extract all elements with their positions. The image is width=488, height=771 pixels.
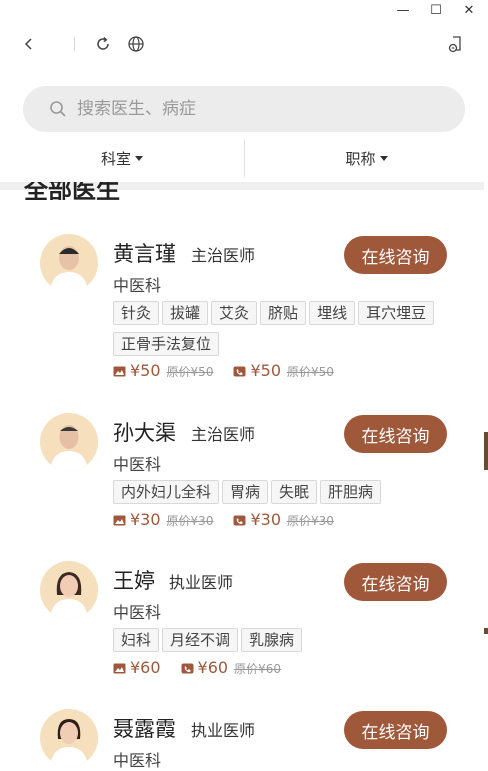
edge-mark: [484, 432, 488, 470]
price-current: ¥30: [250, 510, 281, 529]
search-input[interactable]: [75, 98, 419, 120]
tag: 内外妇儿全科: [113, 480, 220, 504]
price-current: ¥60: [197, 658, 229, 677]
caret-down-icon: [379, 155, 388, 161]
price-current: ¥50: [130, 361, 161, 380]
tag-list: 针灸 拔罐 艾灸 脐贴 埋线 耳穴埋豆正骨手法复位: [113, 301, 443, 363]
tag: 妇科: [113, 628, 160, 652]
back-icon[interactable]: [17, 32, 41, 56]
tag: 月经不调: [162, 628, 239, 652]
image-consult-icon: [113, 511, 126, 526]
doctor-name: 聂露霞: [113, 717, 176, 741]
doctor-name: 黄言瑾: [113, 242, 176, 266]
tag: 脐贴: [260, 301, 307, 325]
image-consult-icon: [113, 362, 126, 377]
price-original: 原价¥30: [287, 514, 334, 528]
price-current: ¥30: [130, 510, 161, 529]
doctor-title: 主治医师: [191, 246, 256, 265]
window-titlebar: — ☐ ✕: [0, 0, 488, 22]
edge-mark: [484, 628, 488, 634]
consult-button[interactable]: 在线咨询: [344, 236, 447, 274]
price-row: ¥30 原价¥30 ¥30 原价¥30: [113, 510, 334, 529]
price-row: ¥50 原价¥50 ¥50 原价¥50: [113, 361, 334, 380]
phone-consult-icon: [181, 659, 194, 674]
phone-consult-icon: [233, 511, 246, 526]
tag: 艾灸: [211, 301, 258, 325]
doctor-department: 中医科: [113, 276, 162, 295]
doctor-name: 王婷: [113, 569, 155, 593]
globe-icon[interactable]: [124, 32, 148, 56]
image-consult-icon: [113, 659, 126, 674]
tag: 胃病: [222, 480, 269, 504]
price-original: 原价¥50: [166, 365, 214, 379]
tag: 肝胆病: [320, 480, 382, 504]
consult-button[interactable]: 在线咨询: [344, 415, 447, 453]
phone-consult-icon: [233, 362, 246, 377]
filter-title-label: 职称: [345, 149, 376, 168]
toolbar-divider: [74, 37, 75, 51]
share-page-icon[interactable]: [444, 32, 468, 56]
section-title: 全部医生: [24, 182, 224, 200]
minimize-button[interactable]: —: [391, 2, 415, 20]
section-title-text: 全部医生: [24, 182, 120, 200]
tag: 针灸: [113, 301, 160, 325]
window-edge: [484, 0, 488, 768]
price-original: 原价¥50: [287, 365, 334, 379]
refresh-icon[interactable]: [91, 32, 115, 56]
price-current: ¥60: [130, 658, 161, 677]
doctor-department: 中医科: [113, 603, 162, 622]
doctor-title: 主治医师: [191, 425, 256, 444]
tag-list: 内外妇儿全科 胃病 失眠 肝胆病: [113, 480, 443, 511]
price-row: ¥60 ¥60 原价¥60: [113, 658, 281, 677]
filter-department[interactable]: 科室: [0, 138, 244, 178]
doctor-avatar: [40, 413, 98, 471]
filter-divider: [244, 139, 245, 177]
price-original: 原价¥30: [166, 514, 214, 528]
consult-button[interactable]: 在线咨询: [344, 711, 447, 749]
tag: 乳腺病: [241, 628, 303, 652]
doctor-department: 中医科: [113, 455, 162, 474]
search-icon: [49, 100, 67, 118]
tag: 耳穴埋豆: [358, 301, 435, 325]
filter-title[interactable]: 职称: [245, 138, 488, 178]
tag: 埋线: [309, 301, 356, 325]
doctor-title: 执业医师: [169, 573, 234, 592]
price-current: ¥50: [250, 361, 281, 380]
browser-toolbar: [0, 24, 488, 66]
caret-down-icon: [135, 155, 143, 161]
price-original: 原价¥60: [234, 662, 281, 676]
filter-department-label: 科室: [100, 149, 131, 168]
tag: 失眠: [271, 480, 318, 504]
search-bar[interactable]: [23, 86, 465, 132]
doctor-department: 中医科: [113, 751, 162, 770]
doctor-avatar: [40, 561, 98, 619]
doctor-avatar: [40, 709, 98, 767]
tag-list: 妇科 月经不调 乳腺病: [113, 628, 443, 659]
close-button[interactable]: ✕: [457, 2, 481, 20]
doctor-avatar: [40, 234, 98, 292]
doctor-title: 执业医师: [191, 721, 256, 740]
tag: 拔罐: [162, 301, 209, 325]
doctor-name: 孙大渠: [113, 421, 176, 445]
consult-button[interactable]: 在线咨询: [344, 563, 447, 601]
maximize-button[interactable]: ☐: [424, 2, 448, 20]
tag: 正骨手法复位: [113, 332, 220, 356]
